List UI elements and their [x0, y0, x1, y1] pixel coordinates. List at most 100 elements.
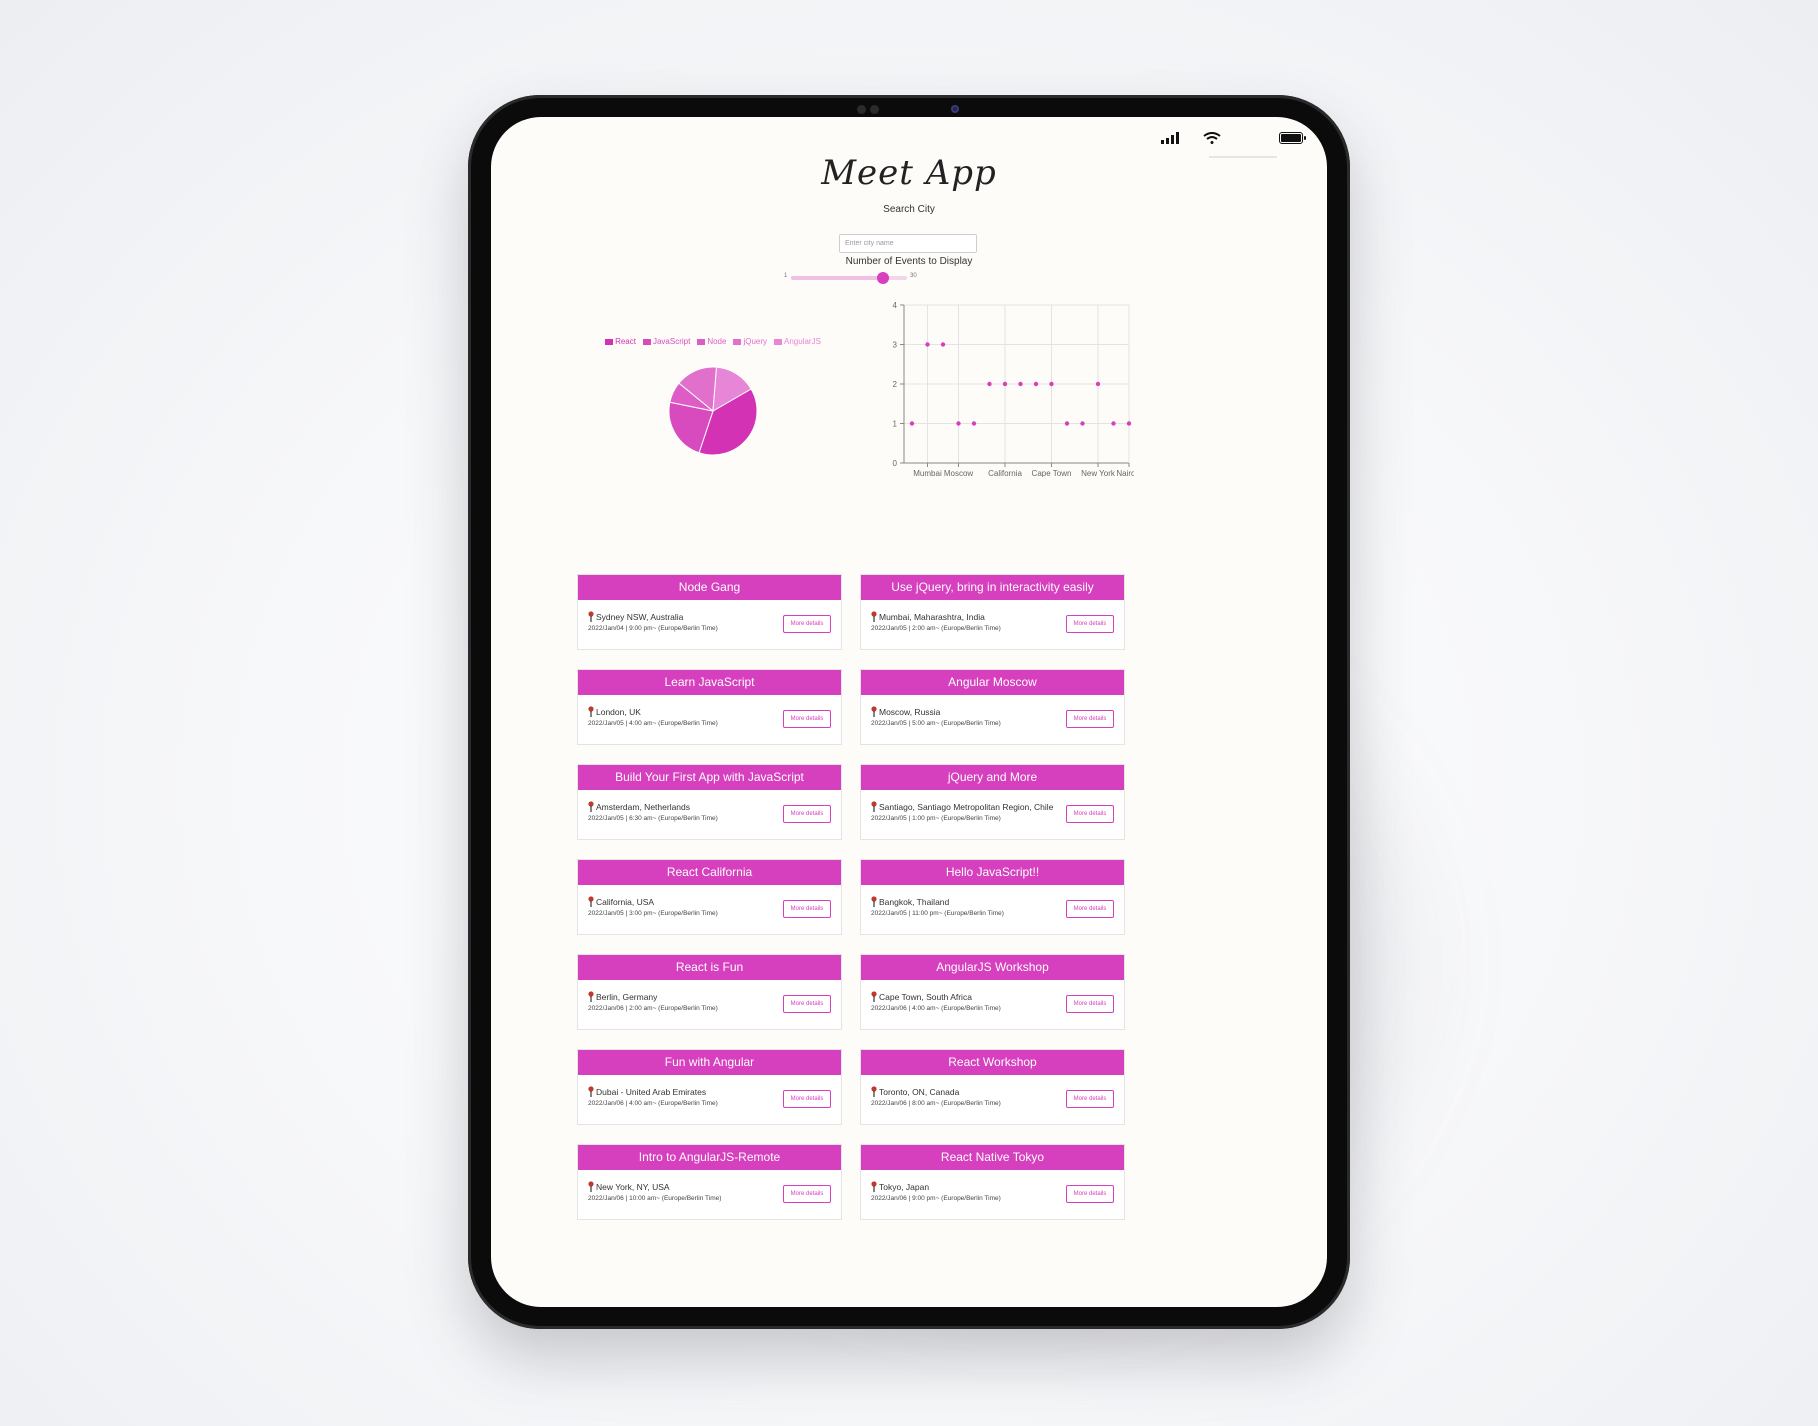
event-location-row: Cape Town, South Africa: [871, 991, 972, 1002]
event-card: Node Gang Sydney NSW, Australia 2022/Jan…: [577, 574, 842, 650]
legend-swatch: [774, 338, 783, 345]
more-details-button[interactable]: More details: [1066, 900, 1114, 918]
x-tick-label: California: [988, 469, 1022, 477]
event-location: Amsterdam, Netherlands: [596, 801, 691, 812]
event-card: Angular Moscow Moscow, Russia 2022/Jan/0…: [860, 669, 1125, 745]
scatter-point-dubai: [1033, 381, 1039, 387]
legend-item[interactable]: jQuery: [733, 337, 767, 346]
event-card: React California California, USA 2022/Ja…: [577, 859, 842, 935]
event-card: Intro to AngularJS-Remote New York, NY, …: [577, 1144, 842, 1220]
more-details-button[interactable]: More details: [1066, 1185, 1114, 1203]
more-details-button[interactable]: More details: [783, 900, 831, 918]
location-pin-icon: [871, 1086, 877, 1097]
slider-min-label: 1: [784, 273, 788, 279]
more-details-button[interactable]: More details: [1066, 995, 1114, 1013]
x-tick-label: Moscow: [944, 469, 974, 477]
x-tick-label: Nairobi: [1116, 469, 1134, 477]
event-location-row: Santiago, Santiago Metropolitan Region, …: [871, 801, 1053, 812]
tablet-frame: Meet App Search City Number of Events to…: [468, 95, 1350, 1329]
event-time: 2022/Jan/05 | 4:00 am~ (Europe/Berlin Ti…: [588, 720, 718, 727]
more-details-button[interactable]: More details: [783, 1185, 831, 1203]
event-time: 2022/Jan/06 | 4:00 am~ (Europe/Berlin Ti…: [588, 1100, 718, 1107]
event-time: 2022/Jan/06 | 8:00 am~ (Europe/Berlin Ti…: [871, 1100, 1001, 1107]
event-title: Fun with Angular: [578, 1050, 841, 1075]
legend-label: AngularJS: [784, 337, 821, 346]
event-location-row: Mumbai, Maharashtra, India: [871, 611, 985, 622]
scatter-point-nairobi: [1126, 421, 1132, 426]
more-details-button[interactable]: More details: [1066, 1090, 1114, 1108]
legend-swatch: [605, 338, 614, 345]
event-time: 2022/Jan/06 | 10:00 am~ (Europe/Berlin T…: [588, 1195, 722, 1202]
legend-label: Node: [707, 337, 727, 346]
event-location-row: Toronto, ON, Canada: [871, 1086, 959, 1097]
more-details-button[interactable]: More details: [1066, 805, 1114, 823]
event-time: 2022/Jan/06 | 9:00 pm~ (Europe/Berlin Ti…: [871, 1195, 1001, 1202]
legend-item[interactable]: Node: [697, 337, 726, 346]
status-bar: [1161, 131, 1306, 145]
more-details-button[interactable]: More details: [783, 710, 831, 728]
y-tick-label: 4: [893, 301, 898, 310]
event-location: London, UK: [596, 706, 641, 717]
event-title: Intro to AngularJS-Remote: [578, 1145, 841, 1170]
scatter-point-bangkok: [1018, 381, 1023, 387]
location-pin-icon: [871, 801, 877, 812]
y-tick-label: 3: [893, 341, 898, 350]
event-title: Node Gang: [578, 575, 841, 600]
slider-track[interactable]: [791, 272, 907, 284]
event-location: Cape Town, South Africa: [879, 991, 972, 1002]
event-location: Moscow, Russia: [879, 706, 941, 717]
more-details-button[interactable]: More details: [1066, 710, 1114, 728]
event-location: Tokyo, Japan: [879, 1181, 930, 1192]
event-card: React is Fun Berlin, Germany 2022/Jan/06…: [577, 954, 842, 1030]
pie-chart-svg: [668, 366, 758, 456]
event-title: Angular Moscow: [861, 670, 1124, 695]
legend-item[interactable]: React: [605, 337, 636, 346]
scatter-point-london: [1111, 421, 1116, 426]
location-pin-icon: [871, 611, 877, 622]
more-details-button[interactable]: More details: [1066, 615, 1114, 633]
pie-legend: React JavaScript Node jQuery AngularJS: [603, 337, 823, 346]
event-card: Learn JavaScript London, UK 2022/Jan/05 …: [577, 669, 842, 745]
more-details-button[interactable]: More details: [783, 1090, 831, 1108]
event-card: jQuery and More Santiago, Santiago Metro…: [860, 764, 1125, 840]
event-card: Fun with Angular Dubai - United Arab Emi…: [577, 1049, 842, 1125]
y-tick-label: 0: [893, 459, 898, 468]
location-pin-icon: [588, 801, 594, 812]
app-screen: Meet App Search City Number of Events to…: [491, 117, 1327, 1307]
slider-max-label: 30: [910, 273, 917, 279]
event-title: jQuery and More: [861, 765, 1124, 790]
event-title: Learn JavaScript: [578, 670, 841, 695]
event-location: Toronto, ON, Canada: [879, 1086, 960, 1097]
city-search-input[interactable]: [839, 234, 977, 253]
event-location-row: London, UK: [588, 706, 641, 717]
event-card: Build Your First App with JavaScript Ams…: [577, 764, 842, 840]
legend-item[interactable]: AngularJS: [774, 337, 821, 346]
event-location-row: Moscow, Russia: [871, 706, 940, 717]
x-tick-label: Mumbai: [913, 469, 942, 477]
events-count-label: Number of Events to Display: [845, 256, 973, 267]
slider-thumb[interactable]: [877, 272, 889, 284]
location-pin-icon: [588, 896, 594, 907]
event-location: Mumbai, Maharashtra, India: [879, 611, 985, 622]
slider-fill: [791, 276, 883, 280]
event-title: Use jQuery, bring in interactivity easil…: [861, 575, 1124, 600]
scatter-point-amsterdam: [940, 342, 946, 347]
x-tick-label: Cape Town: [1032, 469, 1072, 477]
more-details-button[interactable]: More details: [783, 995, 831, 1013]
event-card: React Workshop Toronto, ON, Canada 2022/…: [860, 1049, 1125, 1125]
signal-icon: [1161, 132, 1179, 144]
events-count-slider[interactable]: 1 30: [784, 270, 1034, 284]
event-location-row: Tokyo, Japan: [871, 1181, 929, 1192]
camera-lens: [951, 105, 959, 113]
scatter-point-moscow: [956, 421, 961, 426]
more-details-button[interactable]: More details: [783, 805, 831, 823]
event-title: Build Your First App with JavaScript: [578, 765, 841, 790]
event-card: AngularJS Workshop Cape Town, South Afri…: [860, 954, 1125, 1030]
event-location-row: Bangkok, Thailand: [871, 896, 949, 907]
more-details-button[interactable]: More details: [783, 615, 831, 633]
page-title: Meet App: [821, 153, 997, 193]
scatter-point-toronto: [1064, 421, 1070, 426]
legend-item[interactable]: JavaScript: [642, 337, 690, 346]
event-time: 2022/Jan/05 | 5:00 am~ (Europe/Berlin Ti…: [871, 720, 1001, 727]
event-location: New York, NY, USA: [596, 1181, 670, 1192]
